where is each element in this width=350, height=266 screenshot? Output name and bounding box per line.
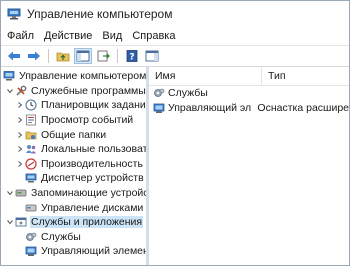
tree-item-wmi-control[interactable]: Управляющий элемен [1, 244, 146, 259]
menu-file[interactable]: Файл [7, 30, 34, 42]
computer-management-icon [7, 8, 21, 20]
svg-text:?: ? [129, 53, 134, 63]
list-item[interactable]: Управляющий элем... Оснастка расшире [149, 101, 349, 116]
event-viewer-icon [25, 114, 37, 126]
title-bar: Управление компьютером [1, 1, 349, 27]
tree-item-label: Производительность [41, 157, 143, 170]
tree-item-system-tools[interactable]: Служебные программы [1, 84, 146, 99]
main-content: Управление компьютером (л Служебные прог… [1, 67, 349, 265]
back-arrow-icon [8, 51, 20, 61]
tree-item-label: Службы [41, 230, 81, 243]
list-item[interactable]: Службы [149, 86, 349, 101]
computer-management-window: Управление компьютером Файл Действие Вид… [0, 0, 350, 266]
list-item-name-cell: Службы [149, 87, 262, 99]
show-hide-console-tree-button[interactable] [74, 48, 92, 64]
forward-button[interactable] [25, 48, 43, 64]
console-tree-icon [76, 50, 90, 62]
menu-help[interactable]: Справка [132, 30, 175, 42]
toolbar-separator [48, 49, 49, 63]
shared-folder-icon [25, 129, 37, 141]
tree-item-task-scheduler[interactable]: Планировщик заданий [1, 98, 146, 113]
services-icon [25, 231, 37, 243]
tree-item-disk-management[interactable]: Управление дисками [1, 200, 146, 215]
export-list-button[interactable] [94, 48, 112, 64]
tree-item-performance[interactable]: Производительность [1, 157, 146, 172]
up-level-button[interactable] [54, 48, 72, 64]
chevron-down-icon[interactable] [5, 86, 15, 96]
help-button[interactable]: ? [123, 48, 141, 64]
services-apps-icon [15, 216, 27, 228]
forward-arrow-icon [28, 51, 40, 61]
clock-icon [25, 99, 37, 111]
show-hide-action-pane-button[interactable] [143, 48, 161, 64]
tree-item-services-and-applications[interactable]: Службы и приложения [1, 215, 146, 230]
list-item-name: Управляющий элем... [168, 101, 252, 114]
chevron-right-icon[interactable] [15, 130, 25, 140]
details-pane[interactable]: Имя Тип Службы Управляющий элем... [149, 67, 349, 265]
menu-action[interactable]: Действие [44, 30, 92, 42]
tree-item-services[interactable]: Службы [1, 230, 146, 245]
tree-item-label: Локальные пользовате [41, 143, 149, 156]
tree-item-label: Службы и приложения [30, 216, 144, 229]
tree-item-label: Служебные программы [31, 84, 146, 97]
tree-item-local-users[interactable]: Локальные пользовате [1, 142, 146, 157]
action-pane-icon [145, 50, 159, 62]
tree-item-device-manager[interactable]: Диспетчер устройств [1, 171, 146, 186]
list-item-name: Службы [168, 87, 208, 100]
help-icon: ? [126, 50, 138, 63]
column-header-name[interactable]: Имя [149, 67, 262, 85]
computer-icon [3, 70, 15, 82]
list-item-type: Оснастка расшире [257, 101, 349, 114]
tree-item-storage[interactable]: Запоминающие устройст [1, 186, 146, 201]
tools-icon [15, 85, 27, 97]
list-item-name-cell: Управляющий элем... [149, 102, 251, 114]
chevron-right-icon[interactable] [15, 159, 25, 169]
tree-item-label: Планировщик заданий [41, 99, 149, 112]
tree-item-event-viewer[interactable]: Просмотр событий [1, 113, 146, 128]
chevron-right-icon[interactable] [15, 115, 25, 125]
chevron-right-icon[interactable] [15, 100, 25, 110]
tree-item-label: Диспетчер устройств [41, 172, 144, 185]
export-icon [97, 50, 110, 62]
services-icon [153, 87, 165, 99]
tree-item-label: Управляющий элемен [41, 245, 149, 258]
disk-icon [25, 202, 37, 214]
chevron-right-icon[interactable] [15, 144, 25, 154]
column-header: Имя Тип [149, 67, 349, 86]
wmi-icon [25, 245, 37, 257]
performance-icon [25, 158, 37, 170]
toolbar-separator [117, 49, 118, 63]
menu-bar: Файл Действие Вид Справка [1, 27, 349, 45]
users-icon [25, 143, 37, 155]
toolbar: ? [1, 45, 349, 67]
menu-view[interactable]: Вид [102, 30, 122, 42]
tree-item-label: Просмотр событий [41, 114, 134, 127]
tree-item-shared-folders[interactable]: Общие папки [1, 127, 146, 142]
tree-item-label: Запоминающие устройст [31, 187, 149, 200]
tree-item-computer-management[interactable]: Управление компьютером (л [1, 69, 146, 84]
window-title: Управление компьютером [27, 7, 173, 21]
device-manager-icon [25, 172, 37, 184]
tree-item-label: Общие папки [41, 128, 107, 141]
console-tree[interactable]: Управление компьютером (л Служебные прог… [1, 67, 149, 265]
tree-item-label: Управление дисками [41, 201, 144, 214]
chevron-down-icon[interactable] [5, 188, 15, 198]
folder-up-icon [56, 52, 70, 62]
back-button[interactable] [5, 48, 23, 64]
column-header-type[interactable]: Тип [262, 67, 286, 85]
tree-item-label: Управление компьютером (л [19, 70, 149, 83]
wmi-icon [153, 102, 165, 114]
chevron-down-icon[interactable] [5, 217, 15, 227]
storage-icon [15, 187, 27, 199]
